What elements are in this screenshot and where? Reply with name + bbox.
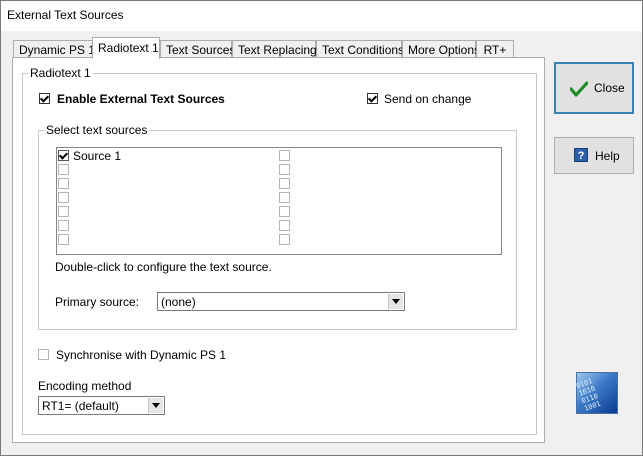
source-2-checkbox[interactable] <box>58 164 69 175</box>
help-icon: ? <box>574 148 588 162</box>
encoding-method-select[interactable]: RT1= (default) <box>38 396 165 415</box>
help-button-label: Help <box>595 148 620 163</box>
source-1-checkbox[interactable] <box>58 150 69 161</box>
tab-text-replacing[interactable]: Text Replacing <box>232 40 317 58</box>
tab-more-options[interactable]: More Options <box>402 40 480 58</box>
title-bar: External Text Sources <box>1 1 642 31</box>
enable-external-label: Enable External Text Sources <box>57 92 225 106</box>
source-3-checkbox[interactable] <box>58 178 69 189</box>
source-9-checkbox[interactable] <box>279 164 290 175</box>
binary-data-text: 0101 1010 0110 1001 <box>575 377 602 413</box>
chevron-down-icon[interactable] <box>388 294 403 309</box>
source-12-checkbox[interactable] <box>279 206 290 217</box>
source-13-checkbox[interactable] <box>279 220 290 231</box>
help-button[interactable]: ? Help <box>554 137 634 174</box>
send-on-change-label: Send on change <box>384 92 472 106</box>
source-5-checkbox[interactable] <box>58 206 69 217</box>
source-4-checkbox[interactable] <box>58 192 69 203</box>
source-1-label: Source 1 <box>73 149 122 163</box>
configure-hint: Double-click to configure the text sourc… <box>55 260 272 274</box>
source-6-checkbox[interactable] <box>58 220 69 231</box>
tab-text-conditions[interactable]: Text Conditions <box>316 40 404 58</box>
source-11-checkbox[interactable] <box>279 192 290 203</box>
tab-text-sources[interactable]: Text Sources <box>160 40 235 58</box>
primary-source-value: (none) <box>161 295 196 309</box>
close-button[interactable]: Close <box>554 62 634 114</box>
tab-radiotext-1[interactable]: Radiotext 1 <box>92 37 160 59</box>
enable-external-checkbox[interactable] <box>39 93 50 104</box>
synchronise-checkbox[interactable] <box>38 349 49 360</box>
tab-dynamic-ps-1[interactable]: Dynamic PS 1 <box>13 40 95 58</box>
encoding-method-value: RT1= (default) <box>42 399 119 413</box>
radiotext-group-label: Radiotext 1 <box>28 66 93 80</box>
window-title: External Text Sources <box>7 8 124 22</box>
synchronise-label: Synchronise with Dynamic PS 1 <box>56 348 227 362</box>
primary-source-select[interactable]: (none) <box>157 292 405 311</box>
source-8-checkbox[interactable] <box>279 150 290 161</box>
source-10-checkbox[interactable] <box>279 178 290 189</box>
source-7-checkbox[interactable] <box>58 234 69 245</box>
binary-data-icon: 0101 1010 0110 1001 <box>575 372 618 414</box>
checkmark-icon <box>570 81 588 97</box>
close-button-label: Close <box>594 81 625 95</box>
primary-source-label: Primary source: <box>55 295 140 309</box>
source-14-checkbox[interactable] <box>279 234 290 245</box>
select-sources-group-label: Select text sources <box>44 123 150 137</box>
send-on-change-checkbox[interactable] <box>367 93 378 104</box>
tab-rt-plus[interactable]: RT+ <box>476 40 514 58</box>
chevron-down-icon[interactable] <box>148 398 163 413</box>
encoding-method-label: Encoding method <box>38 379 132 393</box>
